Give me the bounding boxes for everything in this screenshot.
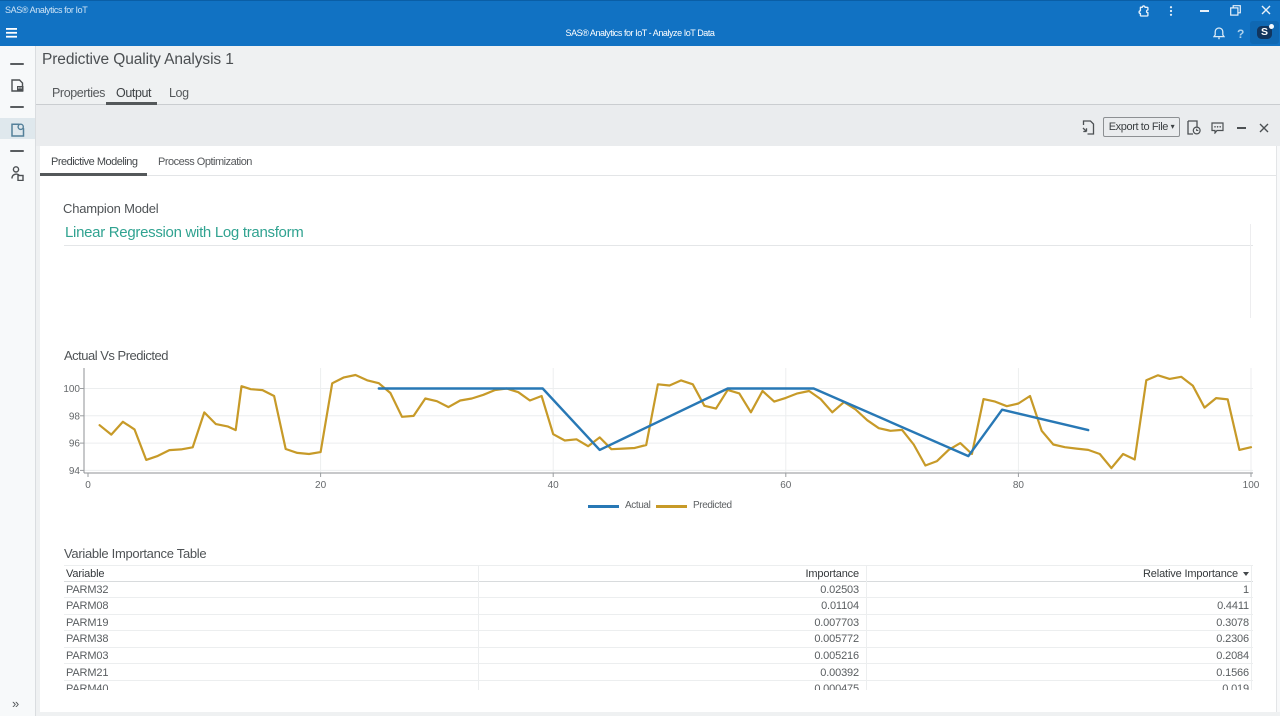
- svg-text:60: 60: [780, 480, 792, 491]
- svg-text:20: 20: [315, 480, 327, 491]
- svg-text:94: 94: [69, 466, 81, 477]
- svg-text:40: 40: [548, 480, 560, 491]
- svg-text:96: 96: [69, 439, 81, 450]
- svg-text:0: 0: [85, 480, 91, 491]
- svg-text:100: 100: [1243, 480, 1260, 491]
- svg-text:80: 80: [1013, 480, 1025, 491]
- svg-text:100: 100: [63, 384, 80, 395]
- svg-text:98: 98: [69, 411, 81, 422]
